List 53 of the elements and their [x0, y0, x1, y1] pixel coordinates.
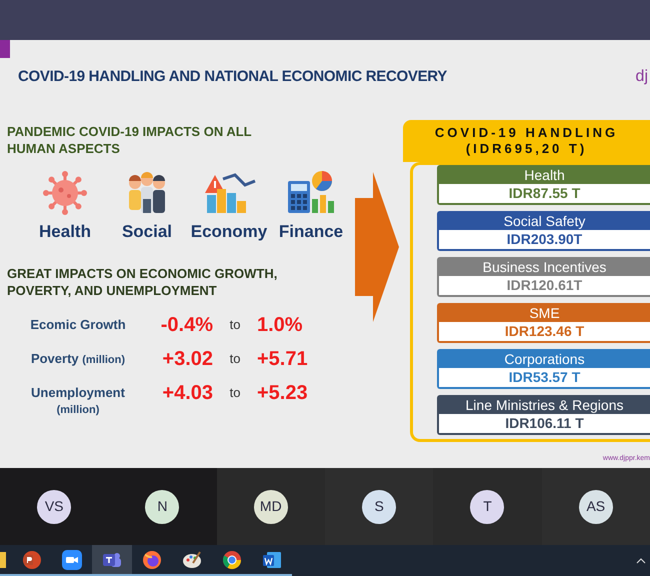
aspect-label: Economy — [190, 221, 268, 243]
allocation-name: Corporations — [439, 351, 650, 368]
range-word: to — [228, 384, 242, 402]
allocation-amount: IDR203.90T — [439, 230, 650, 249]
slide-corner-mark — [0, 40, 10, 58]
slides-app-icon — [22, 550, 42, 570]
virus-icon — [43, 171, 87, 215]
fox-browser-icon — [142, 550, 162, 570]
avatar: N — [145, 490, 180, 524]
metric-value: +4.03 — [161, 382, 213, 402]
handling-total: (IDR695,20 T) — [466, 141, 588, 157]
metric-label: Poverty (million) — [30, 350, 126, 368]
calculator-chart-icon — [286, 169, 336, 215]
avatar: VS — [37, 490, 72, 524]
allocation-name: Health — [439, 167, 650, 184]
allocation-name: Social Safety — [439, 213, 650, 230]
metric-value: +5.71 — [257, 348, 308, 368]
range-word: to — [228, 316, 242, 334]
chevron-up-icon[interactable] — [636, 558, 646, 564]
allocation-amount: IDR120.61T — [439, 276, 650, 295]
aspect-label: Health — [39, 221, 91, 243]
metric-label: Unemployment — [31, 384, 125, 402]
metric-unit: (million) — [56, 403, 100, 418]
avatar: T — [470, 490, 504, 524]
aspect-label: Social — [122, 221, 172, 243]
round-browser-icon — [222, 550, 242, 570]
avatar: AS — [578, 490, 613, 524]
allocation-amount: IDR123.46 T — [439, 322, 650, 341]
avatar: S — [362, 490, 396, 524]
video-camera-icon — [62, 550, 82, 570]
section-heading: PANDEMIC COVID-19 IMPACTS ON ALL HUMAN ASPECTS — [7, 123, 252, 157]
metric-value: +5.23 — [257, 382, 308, 402]
allocation-name: Line Ministries & Regions — [439, 397, 650, 414]
allocation-amount: IDR106.11 T — [439, 414, 650, 433]
arrow-icon — [355, 172, 399, 322]
allocation-name: SME — [439, 305, 650, 322]
allocation-amount: IDR87.55 T — [439, 184, 650, 203]
metric-label: Ecomic Growth — [30, 316, 126, 334]
range-word: to — [228, 350, 242, 368]
logo-text: dj — [636, 67, 648, 87]
allocation-name: Business Incentives — [439, 259, 650, 276]
folder-icon — [0, 552, 6, 568]
slide-title: COVID-19 HANDLING AND NATIONAL ECONOMIC RECOVERY — [18, 66, 447, 87]
document-app-icon — [262, 550, 282, 570]
aspect-label: Finance — [278, 221, 344, 243]
metric-value: 1.0% — [257, 314, 303, 334]
allocation-amount: IDR53.57 T — [439, 368, 650, 387]
avatar: MD — [254, 490, 288, 524]
metric-value: -0.4% — [160, 314, 213, 334]
metric-value: +3.02 — [161, 348, 213, 368]
paint-palette-icon — [182, 550, 202, 570]
handling-title: COVID-19 HANDLING — [434, 125, 618, 141]
section-heading: GREAT IMPACTS ON ECONOMIC GROWTH, POVERTY, AND UNEMPLOYMENT — [7, 264, 278, 298]
